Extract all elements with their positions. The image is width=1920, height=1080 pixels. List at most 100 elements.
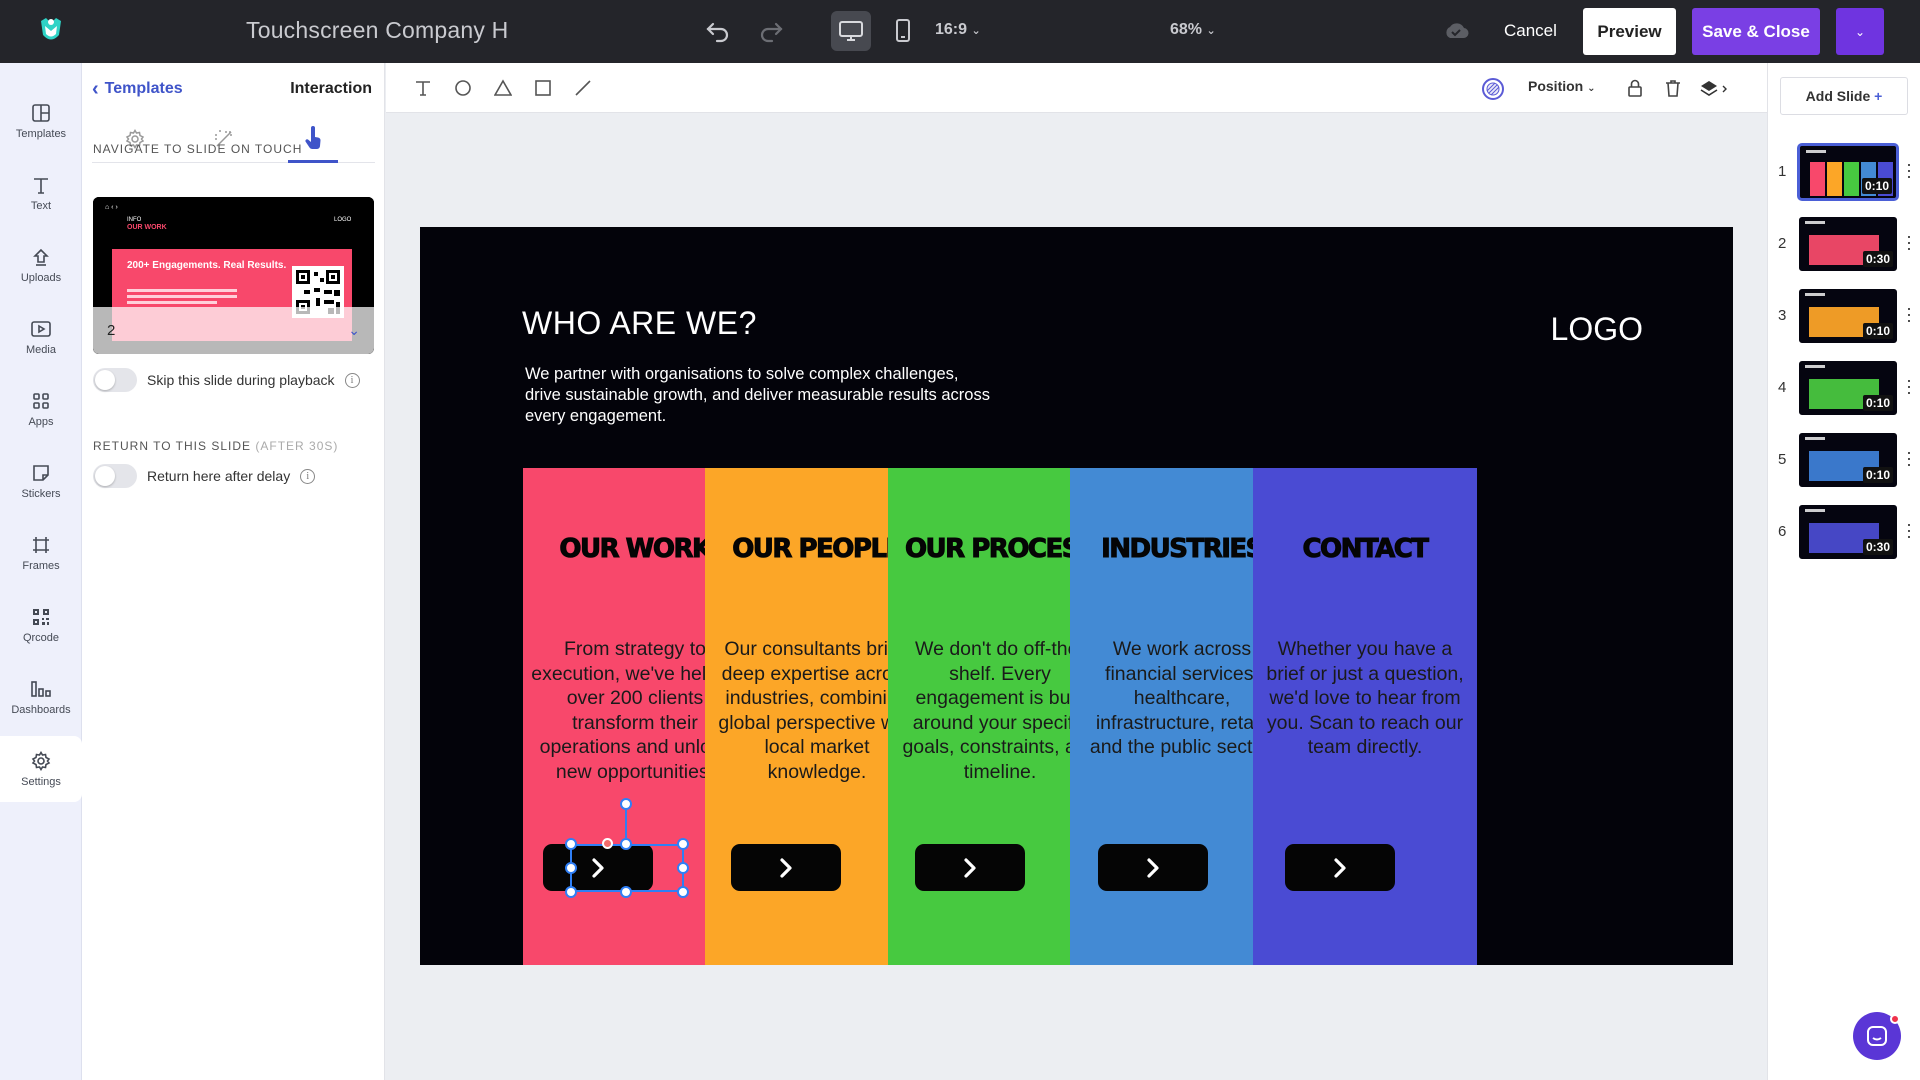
rectangle-tool-icon[interactable] bbox=[532, 77, 554, 99]
resize-handle[interactable] bbox=[565, 862, 577, 874]
resize-handle[interactable] bbox=[677, 862, 689, 874]
svg-text:⌂ ‹ ›: ⌂ ‹ › bbox=[105, 204, 118, 211]
sidebar-item-dashboards[interactable]: Dashboards bbox=[0, 664, 82, 730]
slide-logo[interactable]: LOGO bbox=[1551, 311, 1643, 348]
sidebar-item-label: Apps bbox=[28, 415, 54, 428]
sidebar-item-stickers[interactable]: Stickers bbox=[0, 448, 82, 514]
back-to-templates-link[interactable]: ‹ Templates bbox=[92, 79, 183, 99]
color-picker-icon[interactable] bbox=[1481, 77, 1505, 101]
line-tool-icon[interactable] bbox=[572, 77, 594, 99]
slide-duration-badge: 0:10 bbox=[1862, 323, 1893, 339]
info-icon[interactable]: i bbox=[344, 372, 360, 388]
slide-number: 4 bbox=[1778, 379, 1787, 396]
cloud-sync-icon bbox=[1443, 20, 1469, 45]
redo-icon[interactable] bbox=[756, 16, 786, 46]
slide-duration-badge: 0:10 bbox=[1861, 178, 1892, 194]
app-logo-icon[interactable] bbox=[36, 15, 66, 45]
slide-thumbnail[interactable]: 0:10 bbox=[1797, 143, 1899, 201]
resize-handle[interactable] bbox=[677, 838, 689, 850]
slide-list-item[interactable]: 6 0:30 · · · bbox=[1768, 503, 1920, 563]
sidebar-item-qrcode[interactable]: Qrcode bbox=[0, 592, 82, 658]
add-slide-button[interactable]: Add Slide + bbox=[1780, 77, 1908, 115]
column-arrow-button[interactable] bbox=[731, 844, 841, 891]
slide-canvas[interactable]: WHO ARE WE? LOGO We partner with organis… bbox=[420, 227, 1733, 965]
layers-icon[interactable] bbox=[1700, 77, 1730, 99]
return-section-label: RETURN TO THIS SLIDE (AFTER 30S) bbox=[93, 439, 338, 453]
top-bar: Touchscreen Company H 16:9 ⌄ 68% ⌄ Cance… bbox=[0, 0, 1920, 63]
slide-list-item[interactable]: 1 0:10 · · · bbox=[1768, 143, 1920, 203]
position-dropdown[interactable]: Position ⌄ bbox=[1528, 78, 1596, 94]
kebab-menu-icon[interactable]: · · · bbox=[1905, 371, 1913, 401]
text-tool-icon[interactable] bbox=[412, 77, 434, 99]
preview-button[interactable]: Preview bbox=[1583, 8, 1676, 55]
slide-intro-text[interactable]: We partner with organisations to solve c… bbox=[525, 364, 995, 427]
kebab-menu-icon[interactable]: · · · bbox=[1905, 443, 1913, 473]
cancel-button[interactable]: Cancel bbox=[1488, 12, 1573, 50]
slide-list-item[interactable]: 2 0:30 · · · bbox=[1768, 215, 1920, 275]
sidebar-item-label: Text bbox=[30, 199, 52, 212]
skip-slide-toggle[interactable] bbox=[93, 368, 137, 392]
sidebar-item-templates[interactable]: Templates bbox=[0, 88, 82, 154]
slide-thumbnail[interactable]: 0:10 bbox=[1797, 359, 1899, 417]
save-options-chevron-icon[interactable]: ⌄ bbox=[1836, 8, 1884, 55]
column-arrow-button[interactable] bbox=[915, 844, 1025, 891]
sidebar-item-label: Settings bbox=[21, 775, 61, 788]
slide-thumbnail[interactable]: 0:10 bbox=[1797, 431, 1899, 489]
sidebar-item-settings[interactable]: Settings bbox=[0, 736, 82, 802]
aspect-ratio-value: 16:9 bbox=[935, 21, 968, 38]
resize-handle[interactable] bbox=[565, 886, 577, 898]
kebab-menu-icon[interactable]: · · · bbox=[1905, 515, 1913, 545]
slide-number: 1 bbox=[1778, 163, 1787, 180]
sidebar-item-frames[interactable]: Frames bbox=[0, 520, 82, 586]
zoom-dropdown[interactable]: 68% ⌄ bbox=[1170, 21, 1216, 39]
kebab-menu-icon[interactable]: · · · bbox=[1905, 155, 1913, 185]
triangle-tool-icon[interactable] bbox=[492, 77, 514, 99]
slide-list-item[interactable]: 5 0:10 · · · bbox=[1768, 431, 1920, 491]
sidebar-item-media[interactable]: Media bbox=[0, 304, 82, 370]
column-text[interactable]: Whether you have a brief or just a quest… bbox=[1261, 637, 1469, 760]
slide-picker-select[interactable]: 2 ⌄ bbox=[93, 307, 374, 354]
kebab-menu-icon[interactable]: · · · bbox=[1905, 299, 1913, 329]
slide-column[interactable]: CONTACT Whether you have a brief or just… bbox=[1253, 468, 1477, 965]
kebab-menu-icon[interactable]: · · · bbox=[1905, 227, 1913, 257]
column-arrow-button[interactable] bbox=[1098, 844, 1208, 891]
return-toggle[interactable] bbox=[93, 464, 137, 488]
resize-handle[interactable] bbox=[565, 838, 577, 850]
move-handle[interactable] bbox=[620, 798, 632, 810]
column-title[interactable]: CONTACT bbox=[1253, 534, 1477, 565]
lock-icon[interactable] bbox=[1624, 77, 1646, 99]
mobile-icon[interactable] bbox=[888, 16, 918, 46]
slide-picker[interactable]: ⌂ ‹ › INFO OUR WORK LOGO 200+ Engagement… bbox=[93, 197, 374, 354]
resize-handle[interactable] bbox=[677, 886, 689, 898]
rotate-handle[interactable] bbox=[602, 838, 613, 849]
trash-icon[interactable] bbox=[1662, 77, 1684, 99]
circle-tool-icon[interactable] bbox=[452, 77, 474, 99]
resize-handle[interactable] bbox=[620, 886, 632, 898]
save-close-button[interactable]: Save & Close bbox=[1692, 8, 1820, 55]
desktop-icon bbox=[836, 16, 866, 46]
chevron-right-icon bbox=[780, 857, 792, 878]
interaction-panel: ‹ Templates Interaction NAVIGATE TO SLID… bbox=[82, 63, 385, 1080]
slide-heading[interactable]: WHO ARE WE? bbox=[522, 305, 757, 342]
slide-list-item[interactable]: 4 0:10 · · · bbox=[1768, 359, 1920, 419]
aspect-ratio-dropdown[interactable]: 16:9 ⌄ bbox=[935, 21, 981, 39]
sidebar-item-text[interactable]: Text bbox=[0, 160, 82, 226]
navigate-section-label: NAVIGATE TO SLIDE ON TOUCH bbox=[93, 142, 303, 156]
notification-dot bbox=[1890, 1014, 1900, 1024]
return-label-text: RETURN TO THIS SLIDE bbox=[93, 439, 252, 453]
document-title[interactable]: Touchscreen Company H bbox=[246, 17, 508, 44]
info-icon[interactable]: i bbox=[300, 468, 316, 484]
selection-box[interactable] bbox=[570, 844, 684, 892]
slide-thumbnail[interactable]: 0:10 bbox=[1797, 287, 1899, 345]
slide-thumbnail[interactable]: 0:30 bbox=[1797, 215, 1899, 273]
media-icon bbox=[31, 320, 51, 337]
resize-handle[interactable] bbox=[620, 838, 632, 850]
sidebar-item-uploads[interactable]: Uploads bbox=[0, 232, 82, 298]
sidebar-item-apps[interactable]: Apps bbox=[0, 376, 82, 442]
slide-thumbnail[interactable]: 0:30 bbox=[1797, 503, 1899, 561]
skip-slide-row: Skip this slide during playback i bbox=[93, 368, 360, 392]
column-arrow-button[interactable] bbox=[1285, 844, 1395, 891]
return-toggle-label: Return here after delay bbox=[147, 468, 291, 484]
undo-icon[interactable] bbox=[703, 16, 733, 46]
slide-list-item[interactable]: 3 0:10 · · · bbox=[1768, 287, 1920, 347]
